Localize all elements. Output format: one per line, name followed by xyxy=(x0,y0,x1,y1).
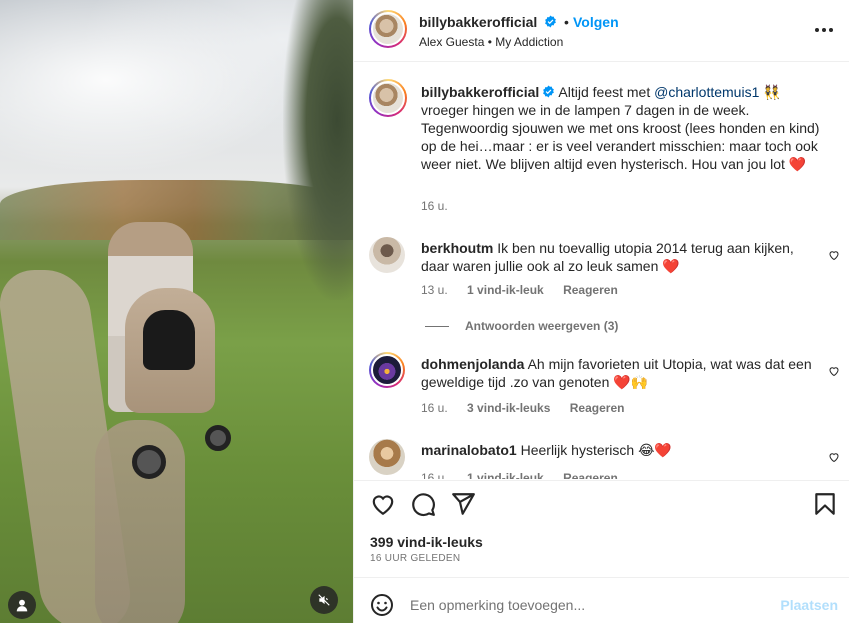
author-avatar[interactable] xyxy=(369,10,407,48)
post-sidebar: billybakkerofficial • Volgen Alex Guesta… xyxy=(353,0,849,623)
caption-text-before: Altijd feest met xyxy=(558,84,655,100)
comment-time[interactable]: 16 u. xyxy=(421,471,448,479)
comment-time[interactable]: 13 u. xyxy=(421,283,448,297)
view-replies-button[interactable]: Antwoorden weergeven (3) xyxy=(425,319,618,333)
comment-text: dohmenjolanda Ah mijn favorieten uit Uto… xyxy=(421,355,821,391)
like-comment-heart-icon[interactable] xyxy=(828,365,840,377)
replies-divider xyxy=(425,325,449,327)
comment-avatar[interactable] xyxy=(369,352,405,388)
emoji-smiley-icon[interactable] xyxy=(370,593,394,617)
caption-avatar[interactable] xyxy=(369,79,407,117)
reply-button[interactable]: Reageren xyxy=(563,471,618,479)
mute-button[interactable] xyxy=(310,586,338,614)
caption-text: billybakkerofficial Altijd feest met @ch… xyxy=(421,83,831,173)
speaker-muted-icon xyxy=(318,594,330,606)
like-heart-icon[interactable] xyxy=(370,491,396,517)
audio-subtitle[interactable]: Alex Guesta • My Addiction xyxy=(419,35,563,49)
reply-button[interactable]: Reageren xyxy=(570,401,625,415)
media-wheel xyxy=(205,425,231,451)
comment-likes[interactable]: 3 vind-ik-leuks xyxy=(467,401,550,415)
caption-mention-link[interactable]: @charlottemuis1 xyxy=(654,84,759,100)
author-username[interactable]: billybakkerofficial xyxy=(419,14,557,30)
comment-username[interactable]: marinalobato1 xyxy=(421,442,517,458)
comment-time[interactable]: 16 u. xyxy=(421,401,448,415)
verified-badge-icon xyxy=(545,15,557,28)
media-stroller-hood xyxy=(143,310,195,370)
comment-composer: Plaatsen xyxy=(354,577,849,623)
comment-avatar[interactable] xyxy=(369,439,405,475)
post-header: billybakkerofficial • Volgen Alex Guesta… xyxy=(354,0,849,62)
comment-text: berkhoutm Ik ben nu toevallig utopia 201… xyxy=(421,239,821,275)
comment-content: Heerlijk hysterisch 😂❤️ xyxy=(520,442,672,458)
comment-meta: 13 u. 1 vind-ik-leuk Reageren xyxy=(421,283,634,297)
post-media[interactable] xyxy=(0,0,353,623)
media-tree xyxy=(283,0,353,300)
comment-username[interactable]: dohmenjolanda xyxy=(421,356,524,372)
post-comment-button[interactable]: Plaatsen xyxy=(780,597,838,613)
comment-text: marinalobato1 Heerlijk hysterisch 😂❤️ xyxy=(421,441,821,459)
comment-likes[interactable]: 1 vind-ik-leuk xyxy=(467,471,544,479)
caption-time[interactable]: 16 u. xyxy=(421,199,448,213)
user-icon xyxy=(16,599,28,612)
comment-input[interactable] xyxy=(410,592,770,618)
caption-meta: 16 u. xyxy=(421,199,464,213)
comment-username[interactable]: berkhoutm xyxy=(421,240,493,256)
comment-meta: 16 u. 3 vind-ik-leuks Reageren xyxy=(421,401,640,415)
likes-count[interactable]: 399 vind-ik-leuks xyxy=(370,534,483,550)
comment-bubble-icon[interactable] xyxy=(410,491,436,517)
media-wheel xyxy=(132,445,166,479)
more-horizontal-icon xyxy=(815,28,833,32)
caption-username[interactable]: billybakkerofficial xyxy=(421,84,539,100)
reply-button[interactable]: Reageren xyxy=(563,283,618,297)
view-replies-label[interactable]: Antwoorden weergeven (3) xyxy=(465,319,618,333)
save-bookmark-icon[interactable] xyxy=(812,491,838,517)
header-separator: • xyxy=(564,14,569,30)
posted-time[interactable]: 16 UUR GELEDEN xyxy=(370,553,460,564)
comment-likes[interactable]: 1 vind-ik-leuk xyxy=(467,283,544,297)
more-options-button[interactable] xyxy=(812,18,836,42)
like-comment-heart-icon[interactable] xyxy=(828,451,840,463)
post-actions xyxy=(354,480,849,530)
comment-avatar[interactable] xyxy=(369,237,405,273)
author-username-text[interactable]: billybakkerofficial xyxy=(419,14,537,30)
follow-button[interactable]: Volgen xyxy=(573,14,619,30)
verified-badge-icon xyxy=(543,85,555,98)
like-comment-heart-icon[interactable] xyxy=(828,249,840,261)
tagged-users-button[interactable] xyxy=(8,591,36,619)
comments-list[interactable]: billybakkerofficial Altijd feest met @ch… xyxy=(354,63,849,479)
comment-meta: 16 u. 1 vind-ik-leuk Reageren xyxy=(421,471,634,479)
share-send-icon[interactable] xyxy=(450,491,476,517)
